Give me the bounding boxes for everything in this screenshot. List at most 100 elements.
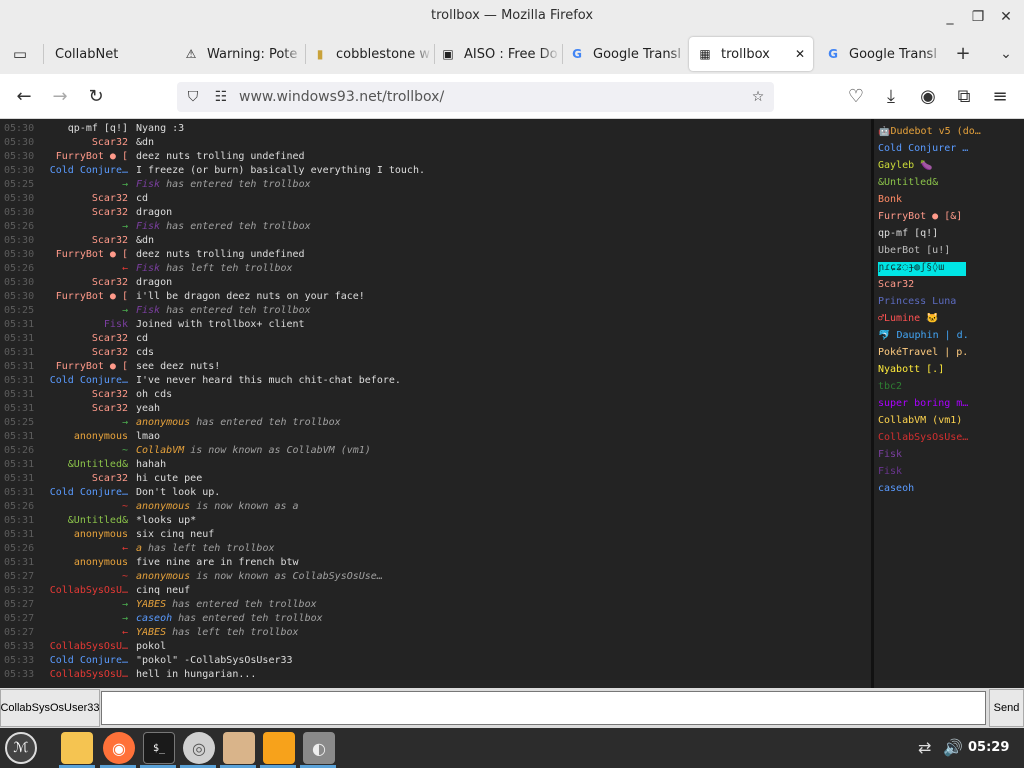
tracking-shield-icon[interactable]: ⛉ [183,87,203,107]
message-input[interactable] [101,691,986,725]
event-user[interactable]: YABES [136,627,166,638]
message-nick[interactable]: Scar32 [44,403,128,414]
reload-icon[interactable]: ↻ [84,85,108,109]
message-nick[interactable]: Scar32 [44,473,128,484]
user-list-item[interactable]: &Untitled& [878,177,1022,191]
event-user[interactable]: Fisk [136,179,160,190]
user-list-item[interactable]: qp-mf [q!] [878,228,1022,242]
tab-1[interactable]: ⚠ Warning: Pote [183,37,303,71]
extensions-icon[interactable]: ⧉ [952,85,976,109]
message-nick[interactable]: CollabSysOsU… [44,585,128,596]
event-user[interactable]: anonymous [136,417,190,428]
message-nick[interactable]: Scar32 [44,193,128,204]
user-list-item[interactable]: super boring m… [878,398,1022,412]
user-list-item[interactable]: UberBot [u!] [878,245,1022,259]
message-nick[interactable]: Scar32 [44,333,128,344]
message-nick[interactable]: CollabSysOsU… [44,669,128,680]
user-list-item[interactable]: PokéTravel | p. [878,347,1022,361]
volume-icon[interactable]: 🔊 [943,738,963,757]
message-nick[interactable]: Cold Conjure… [44,165,128,176]
user-list-item[interactable]: Bonk [878,194,1022,208]
message-nick[interactable]: Cold Conjure… [44,655,128,666]
message-nick[interactable]: FurryBot ● [ [44,291,128,302]
message-nick[interactable]: Scar32 [44,347,128,358]
message-nick[interactable]: Scar32 [44,277,128,288]
app-icon[interactable] [263,732,295,764]
user-list-item[interactable]: Nyabott [.] [878,364,1022,378]
event-user[interactable]: caseoh [136,613,172,624]
user-list-item[interactable]: ɲɾɕʑ◌ɟ◍ʃ§◊ɯ [878,262,966,276]
event-user[interactable]: Fisk [136,221,160,232]
tab-5[interactable]: ▦ trollbox ✕ [689,37,813,71]
downloads-icon[interactable]: ⤓ [879,85,903,109]
user-list-item[interactable]: CollabSysOsUse… [878,432,1022,446]
user-list-item[interactable]: Princess Luna [878,296,1022,310]
message-nick[interactable]: &Untitled& [44,515,128,526]
mint-menu-icon[interactable]: ℳ [5,732,37,764]
list-tabs-chevron-icon[interactable]: ⌄ [994,42,1018,66]
user-list-item[interactable]: Fisk [878,466,1022,480]
user-list[interactable]: 🤖Dudebot v5 (do… Cold Conjurer … Gayleb 🍆 &… [874,119,1024,688]
nickname-button[interactable]: CollabSysOsUser33 [0,689,100,727]
message-nick[interactable]: qp-mf [q!] [44,123,128,134]
user-list-item[interactable]: Cold Conjurer … [878,143,1022,157]
message-nick[interactable]: anonymous [44,431,128,442]
minimize-icon[interactable]: _ [940,7,960,27]
screenshot-icon[interactable]: ◐ [303,732,335,764]
message-nick[interactable]: anonymous [44,557,128,568]
message-nick[interactable]: Scar32 [44,207,128,218]
close-window-icon[interactable]: ✕ [996,7,1016,27]
user-list-item[interactable]: Fisk [878,449,1022,463]
chat-log[interactable]: 05:30 qp-mf [q!] Nyang :3 05:30 Scar32 &dn 05:… [0,119,871,688]
event-user[interactable]: Fisk [136,305,160,316]
message-nick[interactable]: anonymous [44,529,128,540]
bookmark-star-icon[interactable]: ☆ [748,87,768,107]
terminal-icon[interactable]: $_ [143,732,175,764]
message-nick[interactable]: FurryBot ● [ [44,151,128,162]
new-tab-icon[interactable]: + [951,42,975,66]
event-user[interactable]: anonymous [136,501,190,512]
disc-icon[interactable]: ◎ [183,732,215,764]
page-info-icon[interactable]: ☷ [211,87,231,107]
close-tab-icon[interactable]: ✕ [795,47,805,61]
forward-arrow-icon[interactable]: → [48,85,72,109]
message-nick[interactable]: FurryBot ● [ [44,361,128,372]
back-arrow-icon[interactable]: ← [12,85,36,109]
message-nick[interactable]: CollabSysOsU… [44,641,128,652]
event-user[interactable]: YABES [136,599,166,610]
hamburger-menu-icon[interactable]: ≡ [988,85,1012,109]
tab-3[interactable]: ▣ AISO : Free Do [440,37,560,71]
account-icon[interactable]: ◉ [916,85,940,109]
user-list-item[interactable]: CollabVM (vm1) [878,415,1022,429]
url-text[interactable]: www.windows93.net/trollbox/ [239,89,444,105]
user-list-item[interactable]: caseoh [878,483,1022,497]
message-nick[interactable]: Scar32 [44,137,128,148]
message-nick[interactable]: Scar32 [44,235,128,246]
user-list-item[interactable]: Scar32 [878,279,1022,293]
url-bar[interactable]: ⛉ ☷ www.windows93.net/trollbox/ ☆ [177,82,774,112]
message-nick[interactable]: FurryBot ● [ [44,249,128,260]
tab-0[interactable]: CollabNet [55,37,155,71]
user-list-item[interactable]: 🤖Dudebot v5 (do… [878,126,1022,140]
tab-manager-icon[interactable]: ▭ [8,42,32,66]
maximize-icon[interactable]: ❐ [968,7,988,27]
user-list-item[interactable]: tbc2 [878,381,1022,395]
clock[interactable]: 05:29 [968,740,1009,755]
message-nick[interactable]: &Untitled& [44,459,128,470]
tab-4[interactable]: G Google Transl [569,37,689,71]
event-user[interactable]: anonymous [136,571,190,582]
tab-2[interactable]: ▮ cobblestone w [312,37,432,71]
event-user[interactable]: CollabVM [136,445,184,456]
user-list-item[interactable]: ♂Lumine 🐱 [878,313,1022,327]
message-nick[interactable]: Cold Conjure… [44,375,128,386]
user-list-item[interactable]: 🐬 Dauphin | d. [878,330,1022,344]
firefox-icon[interactable]: ◉ [103,732,135,764]
user-list-item[interactable]: FurryBot ● [&] [878,211,1022,225]
network-icon[interactable]: ⇄ [918,738,931,757]
event-user[interactable]: Fisk [136,263,160,274]
files-folder-icon[interactable] [61,732,93,764]
pocket-icon[interactable]: ♡ [844,85,868,109]
message-nick[interactable]: Cold Conjure… [44,487,128,498]
archive-icon[interactable] [223,732,255,764]
message-nick[interactable]: Fisk [44,319,128,330]
